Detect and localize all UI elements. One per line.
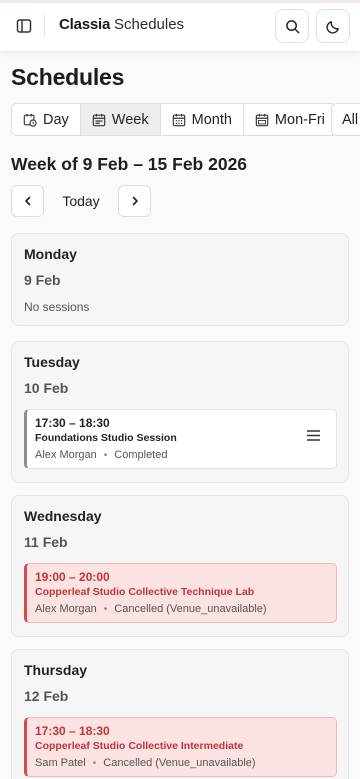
tab-day-label: Day: [43, 111, 69, 128]
prev-week-button[interactable]: [11, 185, 44, 217]
session-meta: Alex Morgan • Completed: [35, 449, 167, 461]
today-button[interactable]: Today: [52, 185, 110, 217]
sidebar-toggle-icon[interactable]: [12, 14, 36, 38]
day-card-tuesday: Tuesday 10 Feb 17:30 – 18:30 Foundations…: [11, 341, 349, 483]
top-accent-strip: [0, 0, 360, 3]
session-menu-button[interactable]: [304, 426, 322, 444]
day-name: Thursday: [24, 662, 88, 678]
tab-day[interactable]: Day: [12, 104, 81, 135]
tab-week[interactable]: Week: [80, 104, 161, 135]
day-date: 12 Feb: [24, 688, 69, 704]
tab-week-label: Week: [111, 111, 149, 128]
calendar-icon: [92, 113, 106, 126]
session-item-cancelled[interactable]: 19:00 – 20:00 Copperleaf Studio Collecti…: [24, 563, 337, 623]
theme-toggle-button[interactable]: [316, 9, 350, 43]
tab-month-label: Month: [191, 111, 232, 128]
header-divider: [44, 15, 45, 37]
calendar-clock-icon: [23, 113, 37, 127]
separator-dot: •: [103, 603, 108, 615]
session-status: Cancelled (Venue_unavailable): [103, 757, 256, 769]
page-title: Schedules: [11, 64, 125, 90]
search-icon: [285, 19, 299, 33]
day-card-thursday: Thursday 12 Feb 17:30 – 18:30 Copperleaf…: [11, 649, 349, 779]
day-date: 11 Feb: [24, 534, 68, 550]
day-card-monday: Monday 9 Feb No sessions: [11, 233, 349, 326]
day-date: 10 Feb: [24, 380, 69, 396]
tab-mon-fri[interactable]: Mon-Fri: [244, 104, 336, 135]
tab-month[interactable]: Month: [161, 104, 244, 135]
empty-state-text: No sessions: [24, 300, 90, 314]
view-tabs: Day Week Month Mon-Fri: [11, 103, 337, 136]
session-instructor: Sam Patel: [35, 757, 86, 769]
calendar-icon: [255, 113, 269, 126]
session-instructor: Alex Morgan: [35, 449, 97, 461]
session-status: Cancelled (Venue_unavailable): [114, 603, 267, 615]
day-card-wednesday: Wednesday 11 Feb 19:00 – 20:00 Copperlea…: [11, 495, 349, 637]
separator-dot: •: [92, 757, 97, 769]
day-name: Monday: [24, 246, 77, 262]
session-time: 17:30 – 18:30: [35, 416, 110, 430]
calendar-icon: [172, 113, 185, 126]
session-meta: Alex Morgan • Cancelled (Venue_unavailab…: [35, 603, 267, 615]
session-time: 19:00 – 20:00: [35, 570, 110, 584]
day-date: 9 Feb: [24, 272, 61, 288]
chevron-left-icon: [24, 196, 30, 206]
week-range-title: Week of 9 Feb – 15 Feb 2026: [11, 154, 248, 174]
session-title: Copperleaf Studio Collective Intermediat…: [35, 740, 244, 752]
session-meta: Sam Patel • Cancelled (Venue_unavailable…: [35, 757, 256, 769]
moon-icon: [325, 20, 339, 34]
separator-dot: •: [103, 449, 108, 461]
top-bar: Classia Schedules: [0, 0, 360, 52]
day-name: Tuesday: [24, 354, 80, 370]
session-item-cancelled[interactable]: 17:30 – 18:30 Copperleaf Studio Collecti…: [24, 717, 337, 777]
session-instructor: Alex Morgan: [35, 603, 97, 615]
breadcrumb-current: Schedules: [114, 16, 185, 33]
menu-icon: [306, 429, 320, 441]
session-status: Completed: [114, 449, 168, 461]
session-title: Foundations Studio Session: [35, 432, 177, 444]
tab-mon-fri-label: Mon-Fri: [274, 111, 325, 128]
session-time: 17:30 – 18:30: [35, 724, 110, 738]
session-title: Copperleaf Studio Collective Technique L…: [35, 586, 255, 598]
next-week-button[interactable]: [118, 185, 151, 217]
brand-logo[interactable]: Classia: [59, 16, 110, 33]
chevron-right-icon: [132, 196, 138, 206]
search-button[interactable]: [275, 9, 309, 43]
tab-all[interactable]: All: [331, 103, 360, 136]
session-item[interactable]: 17:30 – 18:30 Foundations Studio Session…: [24, 409, 337, 469]
day-name: Wednesday: [24, 508, 102, 524]
